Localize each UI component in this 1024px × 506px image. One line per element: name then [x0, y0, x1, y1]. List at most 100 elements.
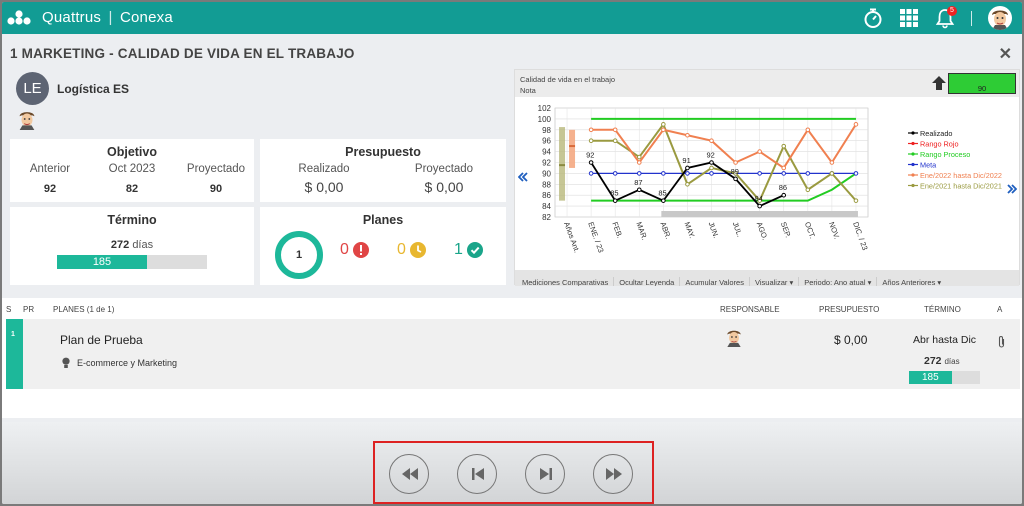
- y-tick-label: 86: [542, 191, 551, 200]
- legend-label: Rango Rojo: [920, 140, 959, 149]
- series-2021-point: [636, 154, 642, 160]
- chart-panel-sublabel: Nota: [520, 86, 536, 95]
- previous-year-box: [569, 129, 576, 168]
- series-meta-point: [709, 171, 714, 176]
- tab-visualizar[interactable]: Visualizar ▾: [750, 277, 800, 286]
- termino-days: 272 días: [10, 239, 254, 251]
- presupuesto-card: Presupuesto Realizado Proyectado $ 0,00 …: [260, 139, 506, 202]
- series-realizado-point: [709, 160, 714, 165]
- previous-record-button[interactable]: [457, 454, 497, 494]
- y-tick-label: 92: [542, 159, 551, 168]
- y-tick-label: 102: [538, 104, 552, 113]
- home-up-icon[interactable]: [931, 75, 947, 91]
- next-record-button[interactable]: [525, 454, 565, 494]
- x-tick-label: DIC. / 23: [851, 221, 870, 252]
- data-label: 92: [586, 151, 594, 160]
- plan-term: Abr hasta Dic: [913, 334, 977, 346]
- col-budget: PRESUPUESTO: [819, 305, 880, 314]
- brand-name: Quattrus: [42, 9, 102, 26]
- tab-anos-anteriores[interactable]: Años Anteriores ▾: [877, 277, 946, 286]
- series-meta-point: [685, 171, 690, 176]
- series-realizado-point: [661, 198, 666, 203]
- top-bar: Quattrus | Conexa 5: [2, 2, 1022, 34]
- y-tick-label: 96: [542, 137, 551, 146]
- entity-avatar: LE: [16, 72, 49, 105]
- objetivo-label-proyectado: Proyectado: [186, 163, 246, 175]
- skip-forward-icon: [540, 468, 552, 480]
- series-meta-point: [805, 171, 811, 176]
- rewind-icon: [402, 468, 418, 480]
- objetivo-value-proyectado: 90: [209, 183, 223, 195]
- tab-periodo[interactable]: Periodo: Ano atual ▾: [799, 277, 878, 286]
- x-tick-label: MAR.: [634, 221, 649, 242]
- x-tick-label: Años Ant.: [562, 221, 581, 254]
- tab-mediciones-comparativas[interactable]: Mediciones Comparativas: [517, 277, 615, 286]
- legend-marker: [911, 152, 915, 156]
- series-2022-point: [685, 132, 690, 138]
- apps-grid-icon[interactable]: [898, 7, 920, 29]
- data-label: 89: [731, 167, 739, 176]
- col-a: A: [997, 305, 1003, 314]
- termino-title: Término: [107, 213, 157, 227]
- x-tick-label: SEP.: [779, 221, 793, 239]
- series-2022-point: [612, 127, 618, 133]
- series-2021-point: [853, 198, 859, 203]
- series-2022-point: [829, 160, 835, 165]
- legend-label: Rango Proceso: [920, 150, 970, 159]
- stopwatch-icon[interactable]: [862, 7, 884, 29]
- planes-title: Planes: [362, 213, 404, 227]
- tab-acumular-valores[interactable]: Acumular Valores: [680, 277, 750, 286]
- series-2022-point: [636, 160, 642, 165]
- previous-year-median: [569, 145, 576, 148]
- series-2021-point: [781, 143, 787, 149]
- user-avatar[interactable]: [988, 6, 1012, 30]
- plan-days-label: días: [944, 357, 960, 366]
- app-logo-icon[interactable]: [6, 8, 32, 28]
- series-2021-point: [661, 122, 666, 127]
- planes-yellow-count: 0: [397, 241, 406, 258]
- plan-category: E-commerce y Marketing: [77, 358, 178, 368]
- series-2022-point: [781, 165, 787, 171]
- x-tick-label: OCT.: [803, 221, 817, 240]
- termino-progress-bar: 185: [57, 255, 207, 269]
- objetivo-card: Objetivo Anterior Oct 2023 Proyectado 92…: [10, 139, 254, 202]
- table-row[interactable]: 1 Plan de Prueba E-commerce y Marketing …: [6, 319, 1020, 389]
- data-label: 87: [634, 178, 642, 187]
- data-label: 92: [707, 151, 715, 160]
- presupuesto-label-proyectado: Proyectado: [414, 163, 474, 175]
- previous-years-median: [559, 164, 566, 167]
- chart-panel-label: Calidad de vida en el trabajo: [520, 75, 616, 84]
- x-tick-label: NOV.: [827, 221, 841, 241]
- series-meta-point: [757, 171, 762, 176]
- responsible-icon: [727, 330, 741, 347]
- plan-budget: $ 0,00: [834, 333, 868, 347]
- chart-panel: Calidad de vida en el trabajo Nota 90 82…: [514, 69, 1020, 286]
- legend-marker: [911, 173, 915, 177]
- plan-name[interactable]: Plan de Prueba: [60, 333, 143, 347]
- x-tick-label: ABR.: [658, 221, 672, 241]
- page-header: 1 MARKETING - CALIDAD DE VIDA EN EL TRAB…: [2, 36, 1022, 68]
- data-label: 85: [610, 189, 618, 198]
- future-period-strip: [661, 211, 858, 217]
- last-record-button[interactable]: [593, 454, 633, 494]
- series-2022-point: [588, 127, 594, 133]
- tab-ocultar-leyenda[interactable]: Ocultar Leyenda: [614, 277, 681, 286]
- brand-title: Quattrus | Conexa: [42, 9, 173, 26]
- plan-days: 272 días: [924, 355, 960, 367]
- legend-label: Ene/2022 hasta Dic/2022: [920, 171, 1002, 180]
- series-realizado-point: [733, 176, 738, 182]
- presupuesto-value-realizado: $ 0,00: [304, 179, 344, 195]
- series-realizado-point: [781, 192, 787, 198]
- series-2021-point: [709, 165, 714, 171]
- series-2021-point: [588, 138, 594, 144]
- nota-value-box: 90: [948, 73, 1016, 94]
- series-2021-point: [829, 171, 835, 176]
- series-realizado-point: [757, 203, 762, 209]
- app-frame: Quattrus | Conexa 5 1 MARKETING - CALIDA…: [2, 2, 1022, 504]
- x-tick-label: FEB.: [610, 221, 624, 240]
- close-icon[interactable]: ✕: [999, 44, 1012, 64]
- first-record-button[interactable]: [389, 454, 429, 494]
- attachment-icon[interactable]: [997, 335, 1006, 348]
- objetivo-value-anterior: 92: [43, 183, 57, 195]
- y-tick-label: 82: [542, 213, 551, 222]
